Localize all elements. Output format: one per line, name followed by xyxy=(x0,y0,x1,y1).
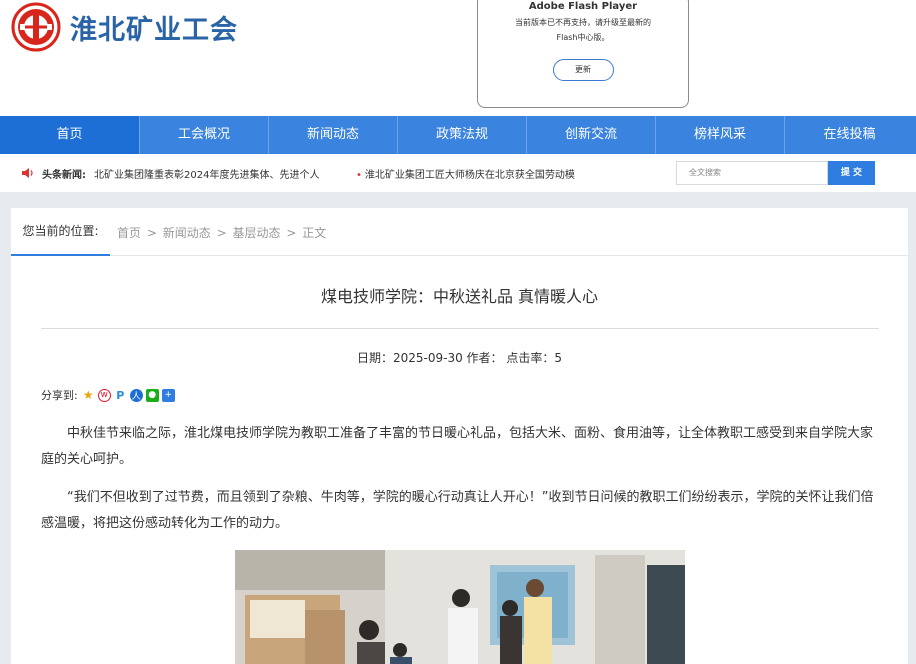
renren-icon[interactable]: 人 xyxy=(129,388,143,402)
nav-item-submit[interactable]: 在线投稿 xyxy=(785,116,914,154)
nav-item-home[interactable]: 首页 xyxy=(0,116,140,154)
breadcrumb-item-news[interactable]: 新闻动态 xyxy=(163,226,211,240)
title-divider xyxy=(41,328,879,329)
main-nav: 首页 工会概况 新闻动态 政策法规 创新交流 榜样风采 在线投稿 xyxy=(0,116,916,154)
share-bar: 分享到: ★ w P 人 ● + xyxy=(41,387,178,403)
flash-update-button[interactable]: 更新 xyxy=(552,59,614,81)
site-title: 淮北矿业工会 xyxy=(70,14,238,46)
breadcrumb-item-home[interactable]: 首页 xyxy=(117,226,141,240)
article-panel: 您当前的位置: 首页 > 新闻动态 > 基层动态 > 正文 煤电技师学院：中秋送… xyxy=(11,208,908,664)
ticker-news-link[interactable]: 北矿业集团隆重表彰2024年度先进集体、先进个人 xyxy=(94,166,319,181)
photo-illustration xyxy=(235,550,685,664)
flash-description: 当前版本已不再支持，请升级至最新的Flash中心版。 xyxy=(515,18,651,42)
flash-title: Adobe Flash Player xyxy=(528,1,638,12)
share-label: 分享到: xyxy=(41,389,78,402)
breadcrumb-trail: 首页 > 新闻动态 > 基层动态 > 正文 xyxy=(117,224,328,241)
breadcrumb-separator: > xyxy=(286,226,297,240)
breadcrumb-label: 您当前的位置: xyxy=(11,208,110,256)
article-title: 煤电技师学院：中秋送礼品 真情暖人心 xyxy=(320,287,599,306)
article-meta: 日期：2025-09-30 作者： 点击率：5 xyxy=(356,351,562,365)
qzone-star-icon[interactable]: ★ xyxy=(82,388,95,402)
site-header: 淮北矿业工会 Adobe Flash Player 当前版本已不再支持，请升级至… xyxy=(0,0,916,116)
breadcrumb-separator: > xyxy=(216,226,227,240)
ticker-label: 头条新闻: xyxy=(42,170,86,181)
more-share-icon[interactable]: + xyxy=(161,388,175,402)
nav-item-news[interactable]: 新闻动态 xyxy=(269,116,398,154)
nav-item-policy[interactable]: 政策法规 xyxy=(398,116,527,154)
wechat-icon[interactable]: ● xyxy=(145,388,159,402)
union-emblem-icon xyxy=(11,2,61,52)
breadcrumb: 您当前的位置: 首页 > 新闻动态 > 基层动态 > 正文 xyxy=(11,208,908,256)
weibo-icon[interactable]: w xyxy=(97,388,111,402)
search-submit-button[interactable]: 提 交 xyxy=(828,161,875,185)
tencent-weibo-icon[interactable]: P xyxy=(114,389,127,402)
bullet-icon: • xyxy=(356,170,362,181)
article-photo xyxy=(235,550,685,664)
ticker-news-text: 淮北矿业集团工匠大师杨庆在北京获全国劳动模 xyxy=(364,170,575,181)
nav-item-innovation[interactable]: 创新交流 xyxy=(527,116,656,154)
search-input[interactable]: 全文搜索 xyxy=(676,161,828,185)
breadcrumb-separator: > xyxy=(146,226,157,240)
ticker-news-link[interactable]: • 淮北矿业集团工匠大师杨庆在北京获全国劳动模 xyxy=(356,166,575,181)
speaker-icon xyxy=(22,168,33,178)
nav-item-union-overview[interactable]: 工会概况 xyxy=(140,116,269,154)
article-paragraph: 中秋佳节来临之际，淮北煤电技师学院为教职工准备了丰富的节日暖心礼品，包括大米、面… xyxy=(41,426,874,467)
flash-player-notice: Adobe Flash Player 当前版本已不再支持，请升级至最新的Flas… xyxy=(477,0,689,108)
share-icons: ★ w P 人 ● + xyxy=(82,388,178,402)
breadcrumb-item-body: 正文 xyxy=(302,226,327,240)
site-logo[interactable]: 淮北矿业工会 xyxy=(10,1,238,53)
breadcrumb-item-grassroots[interactable]: 基层动态 xyxy=(232,226,280,240)
article-paragraph: “我们不但收到了过节费，而且领到了杂粮、牛肉等，学院的暖心行动真让人开心！”收到… xyxy=(41,490,874,531)
nav-item-role-models[interactable]: 榜样风采 xyxy=(656,116,785,154)
